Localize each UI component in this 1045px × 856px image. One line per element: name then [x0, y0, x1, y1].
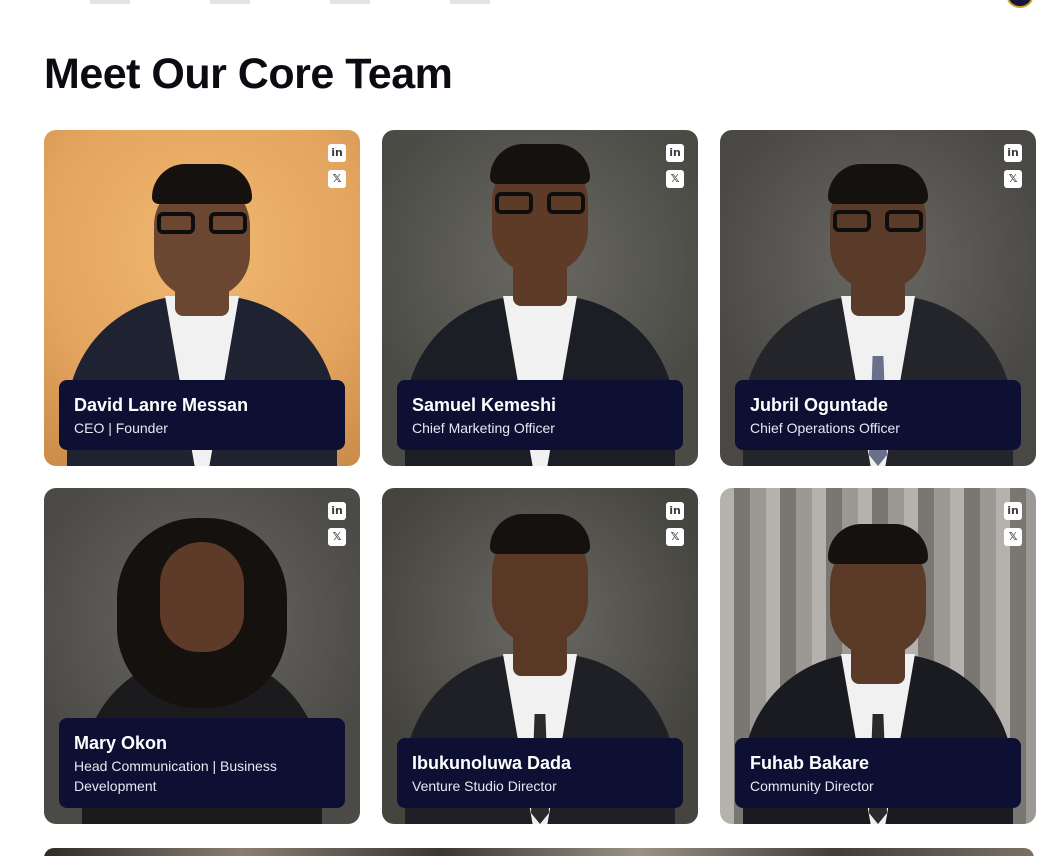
- linkedin-icon[interactable]: in: [328, 502, 346, 520]
- member-name: Ibukunoluwa Dada: [412, 753, 572, 773]
- social-links: in 𝕏: [666, 502, 684, 546]
- member-role: Venture Studio Director: [412, 778, 557, 794]
- member-role: Chief Marketing Officer: [412, 420, 555, 436]
- social-links: in 𝕏: [1004, 502, 1022, 546]
- team-card: in 𝕏 Ibukunoluwa Dada Venture Studio Dir…: [382, 488, 698, 824]
- member-name: Mary Okon: [74, 733, 168, 753]
- team-card: in 𝕏 Fuhab Bakare Community Director: [720, 488, 1036, 824]
- x-twitter-icon[interactable]: 𝕏: [666, 170, 684, 188]
- member-info: Ibukunoluwa Dada Venture Studio Director: [397, 738, 683, 808]
- social-links: in 𝕏: [328, 502, 346, 546]
- member-info: Fuhab Bakare Community Director: [735, 738, 1021, 808]
- page-title: Meet Our Core Team: [44, 50, 453, 98]
- linkedin-icon[interactable]: in: [328, 144, 346, 162]
- linkedin-icon[interactable]: in: [1004, 144, 1022, 162]
- social-links: in 𝕏: [666, 144, 684, 188]
- member-name: Jubril Oguntade: [750, 395, 889, 415]
- x-twitter-icon[interactable]: 𝕏: [1004, 170, 1022, 188]
- member-role: CEO | Founder: [74, 420, 168, 436]
- user-avatar[interactable]: [1007, 0, 1033, 8]
- team-card: in 𝕏 Samuel Kemeshi Chief Marketing Offi…: [382, 130, 698, 466]
- linkedin-icon[interactable]: in: [666, 144, 684, 162]
- team-card: in 𝕏 David Lanre Messan CEO | Founder: [44, 130, 360, 466]
- top-nav-remnant: [90, 0, 510, 4]
- x-twitter-icon[interactable]: 𝕏: [328, 170, 346, 188]
- member-info: Jubril Oguntade Chief Operations Officer: [735, 380, 1021, 450]
- social-links: in 𝕏: [1004, 144, 1022, 188]
- linkedin-icon[interactable]: in: [1004, 502, 1022, 520]
- team-grid: in 𝕏 David Lanre Messan CEO | Founder in…: [44, 130, 1036, 824]
- member-name: Samuel Kemeshi: [412, 395, 557, 415]
- member-info: Mary Okon Head Communication | Business …: [59, 718, 345, 808]
- x-twitter-icon[interactable]: 𝕏: [1004, 528, 1022, 546]
- next-section-image-edge: [44, 848, 1034, 856]
- member-info: David Lanre Messan CEO | Founder: [59, 380, 345, 450]
- member-role: Community Director: [750, 778, 874, 794]
- team-card: in 𝕏 Mary Okon Head Communication | Busi…: [44, 488, 360, 824]
- member-name: David Lanre Messan: [74, 395, 249, 415]
- member-role: Chief Operations Officer: [750, 420, 900, 436]
- team-card: in 𝕏 Jubril Oguntade Chief Operations Of…: [720, 130, 1036, 466]
- linkedin-icon[interactable]: in: [666, 502, 684, 520]
- member-info: Samuel Kemeshi Chief Marketing Officer: [397, 380, 683, 450]
- member-name: Fuhab Bakare: [750, 753, 870, 773]
- social-links: in 𝕏: [328, 144, 346, 188]
- member-role: Head Communication | Business Developmen…: [74, 758, 277, 794]
- x-twitter-icon[interactable]: 𝕏: [666, 528, 684, 546]
- x-twitter-icon[interactable]: 𝕏: [328, 528, 346, 546]
